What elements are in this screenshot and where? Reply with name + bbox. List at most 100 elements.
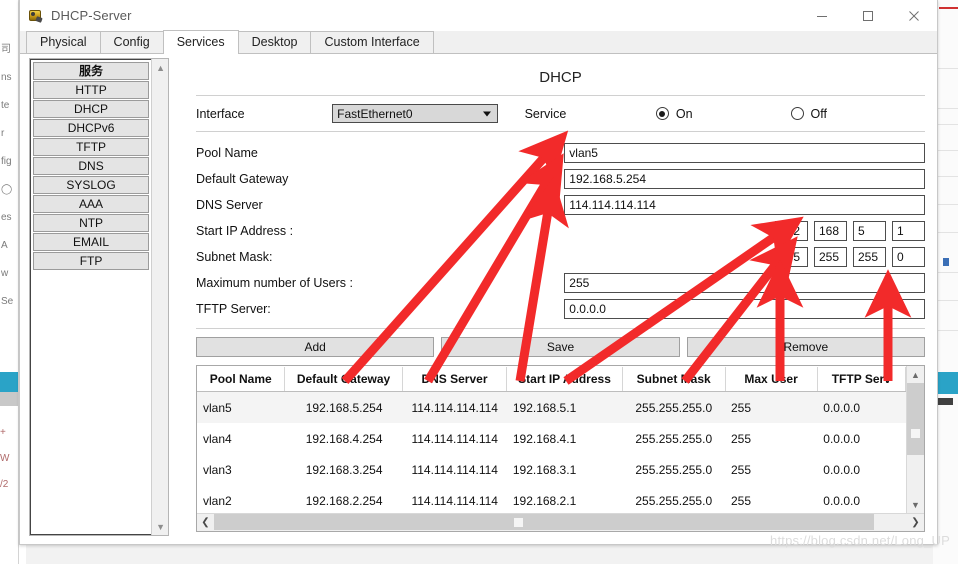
table-main: Pool Name Default Gateway DNS Server Sta…	[197, 366, 924, 513]
vscroll-thumb[interactable]	[907, 383, 924, 455]
start-ip-octet-1[interactable]: 192	[775, 221, 808, 241]
cell-default-gateway: 192.168.5.254	[305, 400, 383, 415]
dhcp-pool-table: Pool Name Default Gateway DNS Server Sta…	[196, 365, 925, 532]
cell-start-ip: 192.168.2.1	[512, 493, 577, 508]
subnet-mask-octet-3[interactable]: 255	[853, 247, 886, 267]
table-row[interactable]: vlan5 192.168.5.254 114.114.114.114 192.…	[197, 392, 906, 423]
chevron-down-icon	[482, 111, 491, 116]
table-row[interactable]: vlan3 192.168.3.254 114.114.114.114 192.…	[197, 454, 906, 485]
start-ip-octet-4[interactable]: 1	[892, 221, 925, 241]
tab-physical[interactable]: Physical	[26, 31, 101, 53]
cell-dns-server: 114.114.114.114	[411, 431, 498, 446]
max-users-row: Maximum number of Users : 255	[196, 270, 925, 296]
cell-start-ip: 192.168.4.1	[512, 431, 577, 446]
service-off-radio[interactable]: Off	[790, 107, 827, 121]
tab-desktop[interactable]: Desktop	[237, 31, 312, 53]
service-label: Service	[524, 106, 567, 121]
cell-dns-server: 114.114.114.114	[411, 462, 498, 477]
subnet-mask-octet-2[interactable]: 255	[814, 247, 847, 267]
pool-name-input[interactable]: vlan5	[564, 143, 925, 163]
radio-on-icon	[655, 107, 669, 120]
subnet-mask-label: Subnet Mask:	[196, 250, 273, 264]
tab-config[interactable]: Config	[99, 31, 164, 53]
hscroll-thumb[interactable]	[214, 514, 874, 530]
column-header-tftp-server[interactable]: TFTP Serv	[818, 366, 906, 391]
start-ip-octet-3[interactable]: 5	[853, 221, 886, 241]
max-users-input[interactable]: 255	[564, 273, 925, 293]
sidebar-item-http[interactable]: HTTP	[33, 81, 150, 99]
table-row[interactable]: vlan4 192.168.4.254 114.114.114.114 192.…	[197, 423, 906, 454]
cell-max-user: 255	[731, 493, 752, 508]
sidebar-item-ftp[interactable]: FTP	[33, 252, 150, 270]
close-icon[interactable]	[891, 0, 937, 31]
sidebar-item-syslog[interactable]: SYSLOG	[33, 176, 150, 194]
chevron-down-icon[interactable]: ▼	[152, 518, 169, 535]
subnet-mask-octet-1[interactable]: 255	[775, 247, 808, 267]
tab-custom-interface[interactable]: Custom Interface	[310, 31, 434, 53]
column-header-dns-server[interactable]: DNS Server	[403, 366, 508, 391]
sidebar-item-tftp[interactable]: TFTP	[33, 138, 150, 156]
page-title: DHCP	[539, 69, 582, 86]
start-ip-octets: 192 168 5 1	[775, 221, 925, 241]
interface-row: Interface FastEthernet0 Service On Off	[196, 96, 925, 131]
column-header-max-user[interactable]: Max User	[726, 366, 818, 391]
column-header-pool-name[interactable]: Pool Name	[197, 366, 286, 391]
save-button[interactable]: Save	[441, 337, 680, 357]
cell-max-user: 255	[731, 431, 752, 446]
chevron-up-icon[interactable]: ▲	[152, 59, 169, 76]
sidebar-item-dhcp[interactable]: DHCP	[33, 100, 150, 118]
cell-max-user: 255	[731, 400, 752, 415]
column-header-start-ip[interactable]: Start IP Address	[507, 366, 623, 391]
table-horizontal-scrollbar[interactable]: ❮ ❯	[197, 513, 924, 531]
cell-tftp-server: 0.0.0.0	[823, 400, 860, 415]
start-ip-octet-2[interactable]: 168	[814, 221, 847, 241]
sidebar-item-ntp[interactable]: NTP	[33, 214, 150, 232]
radio-off-icon	[790, 107, 804, 120]
table-header-row: Pool Name Default Gateway DNS Server Sta…	[197, 366, 906, 392]
action-buttons: Add Save Remove	[196, 337, 925, 357]
interface-select[interactable]: FastEthernet0	[332, 104, 498, 123]
maximize-icon[interactable]	[845, 0, 891, 31]
remove-button[interactable]: Remove	[686, 337, 925, 357]
tab-bar: Physical Config Services Desktop Custom …	[20, 30, 937, 54]
sidebar-header: 服务	[33, 62, 150, 80]
chevron-up-icon[interactable]: ▲	[907, 366, 924, 383]
dhcp-server-window: DHCP-Server Physical Config Services Des…	[19, 0, 938, 545]
table-columns: Pool Name Default Gateway DNS Server Sta…	[197, 366, 906, 513]
cell-tftp-server: 0.0.0.0	[823, 462, 860, 477]
default-gateway-input[interactable]: 192.168.5.254	[564, 169, 925, 189]
add-button[interactable]: Add	[196, 337, 435, 357]
cell-pool-name: vlan5	[203, 400, 232, 415]
chevron-down-icon[interactable]: ▼	[907, 496, 924, 513]
cell-subnet-mask: 255.255.255.0	[635, 462, 713, 477]
cell-start-ip: 192.168.5.1	[512, 400, 577, 415]
dns-server-label: DNS Server	[196, 198, 263, 212]
dns-server-input[interactable]: 114.114.114.114	[564, 195, 925, 215]
table-vertical-scrollbar[interactable]: ▲ ▼	[906, 366, 924, 513]
sidebar-item-dns[interactable]: DNS	[33, 157, 150, 175]
chevron-right-icon[interactable]: ❯	[907, 514, 924, 530]
cell-start-ip: 192.168.3.1	[512, 462, 577, 477]
column-header-subnet-mask[interactable]: Subnet Mask	[623, 366, 726, 391]
sidebar-scrollbar[interactable]: ▲ ▼	[151, 59, 168, 535]
chevron-left-icon[interactable]: ❮	[197, 514, 214, 530]
sidebar-item-aaa[interactable]: AAA	[33, 195, 150, 213]
pool-name-label: Pool Name	[196, 146, 258, 160]
dns-server-row: DNS Server 114.114.114.114	[196, 192, 925, 218]
subnet-mask-octet-4[interactable]: 0	[892, 247, 925, 267]
tab-filler	[433, 31, 937, 53]
subnet-mask-octets: 255 255 255 0	[775, 247, 925, 267]
table-row[interactable]: vlan2 192.168.2.254 114.114.114.114 192.…	[197, 485, 906, 513]
server-icon	[27, 8, 43, 24]
sidebar-item-dhcpv6[interactable]: DHCPv6	[33, 119, 150, 137]
column-header-default-gateway[interactable]: Default Gateway	[285, 366, 403, 391]
tftp-server-row: TFTP Server: 0.0.0.0	[196, 296, 925, 322]
cell-dns-server: 114.114.114.114	[411, 400, 498, 415]
subnet-mask-row: Subnet Mask: 255 255 255 0	[196, 244, 925, 270]
tab-services[interactable]: Services	[162, 30, 239, 54]
window-titlebar[interactable]: DHCP-Server	[20, 0, 937, 31]
tftp-server-input[interactable]: 0.0.0.0	[564, 299, 925, 319]
minimize-icon[interactable]	[799, 0, 845, 31]
service-on-radio[interactable]: On	[655, 107, 693, 121]
sidebar-item-email[interactable]: EMAIL	[33, 233, 150, 251]
